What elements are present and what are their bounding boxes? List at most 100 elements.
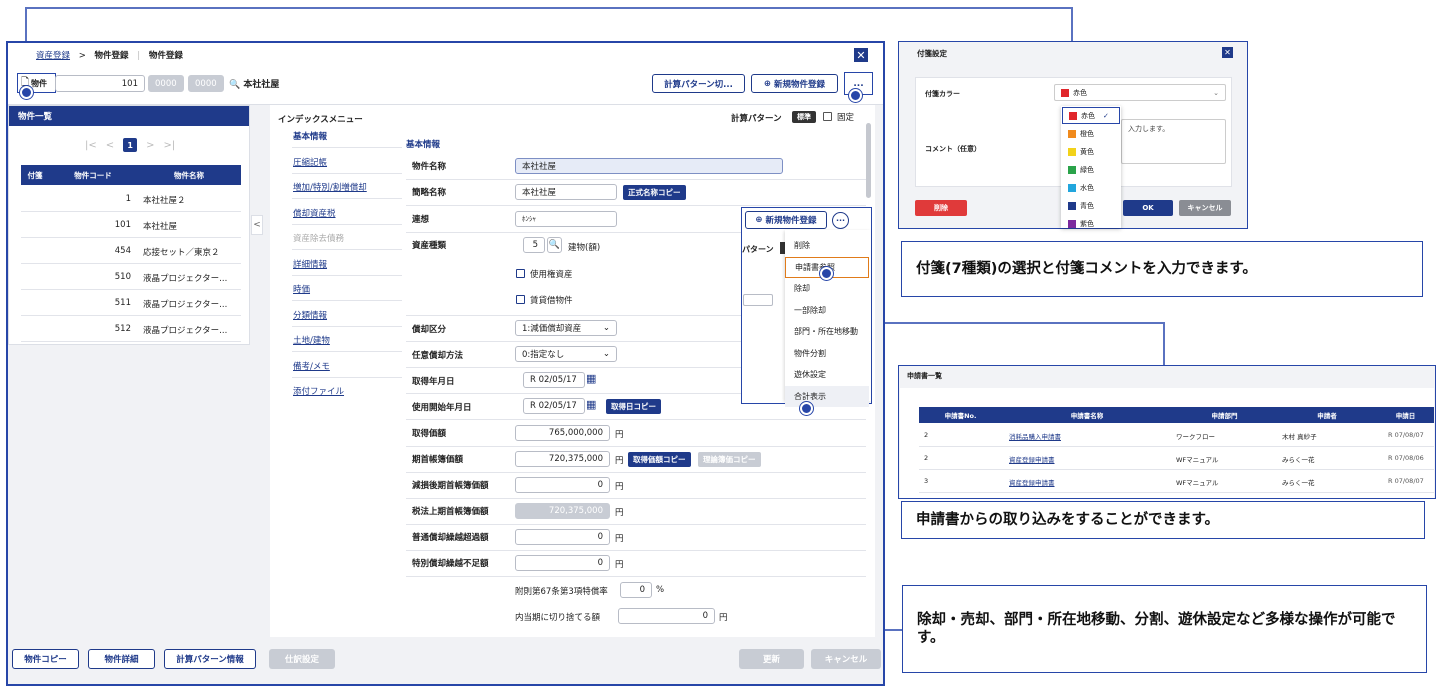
context-menu-item[interactable]: 削除 [785,235,869,256]
context-menu-item[interactable]: 一部除却 [785,300,869,321]
table-row[interactable]: 2 消耗品購入申請書 ワークフロー 木村 真紗子 R 07/08/07 [919,425,1434,447]
asset-code-input[interactable]: 101 [55,75,145,92]
calendar-icon[interactable]: ▦ [586,372,596,385]
prev-page-icon[interactable]: < [106,140,114,151]
next-page-icon[interactable]: > [146,140,154,151]
acq-date-input[interactable]: R 02/05/17 [523,372,585,388]
color-option[interactable]: 赤色 ✓ [1062,107,1120,124]
yen-unit: 円 [615,508,624,518]
dep-class-select[interactable]: 1:減価償却資産 ⌄ [515,320,617,336]
use-date-input[interactable]: R 02/05/17 [523,398,585,414]
use-right-checkbox[interactable]: 使用権資産 [516,268,573,280]
last-page-icon[interactable]: >| [164,140,176,151]
breadcrumb-current: 物件登録 [148,51,183,61]
scrollbar[interactable] [866,123,871,198]
index-item[interactable]: 備考/メモ [293,360,330,372]
sub-code-1-input: 0000 [148,75,184,92]
app-name-link[interactable]: 資産登録申請書 [1009,454,1055,464]
short-name-input[interactable]: 本社社屋 [515,184,617,200]
tag-dialog-title: 付箋設定 [917,49,947,58]
excess-value-input[interactable]: 0 [515,529,610,545]
color-option[interactable]: 青色 [1062,197,1120,214]
color-option[interactable]: 紫色 [1062,215,1120,228]
pattern-fragment: パターン [742,245,774,254]
context-menu-item[interactable]: 物件分割 [785,343,869,364]
impair-value-input[interactable]: 0 [515,477,610,493]
table-row[interactable]: 2 資産登録申請書 WFマニュアル みらく一花 R 07/08/06 [919,448,1434,470]
col-app-date: 申請日 [1395,412,1416,420]
app-name-link[interactable]: 消耗品購入申請書 [1009,431,1061,441]
breadcrumb-root[interactable]: 資産登録 [36,51,70,61]
color-option[interactable]: 緑色 [1062,161,1120,178]
more-icon[interactable]: ··· [832,212,849,229]
table-row[interactable]: 512 液晶プロジェクター... [21,316,241,342]
rate-input[interactable]: 0 [620,582,652,598]
tag-cancel-button[interactable]: キャンセル [1179,200,1231,216]
asset-name-input[interactable]: 本社社屋 [515,158,783,174]
app-name-link[interactable]: 資産登録申請書 [1009,477,1055,487]
context-menu-item[interactable]: 除却 [785,278,869,299]
asset-type-code-input[interactable]: 5 [523,237,545,253]
asset-name-cell: 応接セット／東京２ [143,248,220,258]
close-icon[interactable]: ✕ [1222,47,1233,58]
connector-line [1163,322,1165,366]
index-item[interactable]: 基本情報 [293,130,327,142]
acq-price-input[interactable]: 765,000,000 [515,425,610,441]
calendar-icon[interactable]: ▦ [586,398,596,411]
calc-pattern-switch-button[interactable]: 計算パターン切... [652,74,745,93]
new-asset-button[interactable]: ⊕ 新規物件登録 [751,74,838,93]
cut-input[interactable]: 0 [618,608,715,624]
search-icon[interactable]: 🔍 [547,237,562,253]
context-menu-item[interactable]: 部門・所在地移動 [785,321,869,342]
context-menu-item[interactable]: 合計表示 [785,385,869,407]
tag-color-select[interactable]: 赤色 ⌄ [1054,84,1226,101]
comment-input[interactable]: 入力します。 [1121,119,1226,164]
index-item[interactable]: 添付ファイル [293,385,344,397]
table-row[interactable]: 510 液晶プロジェクター... [21,264,241,290]
yen-unit: 円 [719,613,728,623]
plus-circle-icon: ⊕ [755,215,763,225]
collapse-icon[interactable]: < [251,215,263,235]
table-row[interactable]: 3 資産登録申請書 WFマニュアル みらく一花 R 07/08/07 [919,471,1434,493]
assoc-input[interactable]: ﾎﾝｼｬ [515,211,617,227]
table-row[interactable]: 454 応接セット／東京２ [21,238,241,264]
tag-ok-button[interactable]: OK [1123,200,1173,216]
use-right-label: 使用権資産 [530,270,573,280]
context-new-asset-button[interactable]: ⊕ 新規物件登録 [745,211,827,229]
index-item[interactable]: 増加/特別/割増償却 [293,181,367,193]
asset-code-cell: 510 [114,272,131,282]
index-item[interactable]: 圧縮記帳 [293,156,327,168]
table-row[interactable]: 511 液晶プロジェクター... [21,290,241,316]
table-row[interactable]: 1 本社社屋２ [21,186,241,212]
index-item[interactable]: 分類情報 [293,309,327,321]
index-item[interactable]: 時価 [293,283,310,295]
calc-pattern-info-button[interactable]: 計算パターン情報 [164,649,256,669]
asset-detail-button[interactable]: 物件詳細 [88,649,155,669]
context-menu-item[interactable]: 遊休設定 [785,364,869,385]
index-item[interactable]: 償却資産税 [293,207,336,219]
acq-price-copy-button[interactable]: 取得価額コピー [628,452,691,467]
close-icon[interactable]: ✕ [854,48,868,62]
tag-delete-button[interactable]: 削除 [915,200,967,216]
color-option[interactable]: 黄色 [1062,143,1120,160]
asset-search[interactable]: 🔍 本社社屋 [229,77,279,90]
color-option[interactable]: 橙色 [1062,125,1120,142]
index-item[interactable]: 詳細情報 [293,258,327,270]
opt-dep-select[interactable]: 0:指定なし ⌄ [515,346,617,362]
first-page-icon[interactable]: |< [85,140,97,151]
checkbox-icon [823,112,832,121]
copy-asset-button[interactable]: 物件コピー [12,649,79,669]
acq-date-copy-button[interactable]: 取得日コピー [606,399,661,414]
fixed-checkbox[interactable]: 固定 [823,111,854,123]
lease-checkbox[interactable]: 賃貸借物件 [516,294,573,306]
current-page[interactable]: 1 [123,138,138,152]
book-value-input[interactable]: 720,375,000 [515,451,610,467]
short-value-input[interactable]: 0 [515,555,610,571]
color-swatch-icon [1068,147,1076,156]
index-item[interactable]: 土地/建物 [293,334,330,346]
official-name-copy-button[interactable]: 正式名称コピー [623,185,686,200]
new-asset-label: 新規物件登録 [774,79,826,90]
color-option[interactable]: 水色 [1062,179,1120,196]
tax-value-label: 税法上期首帳簿価額 [412,507,489,517]
table-row[interactable]: 101 本社社屋 [21,212,241,238]
